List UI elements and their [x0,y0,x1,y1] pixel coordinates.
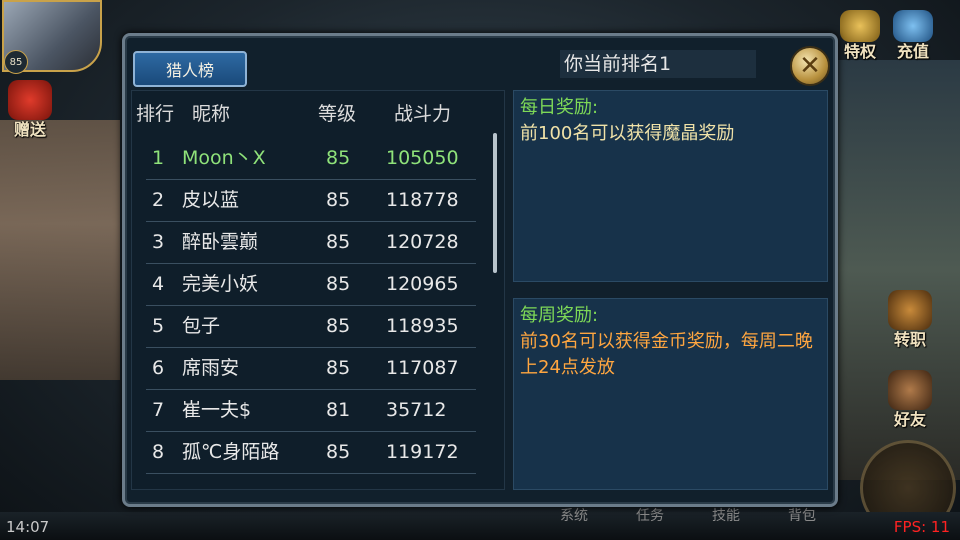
row-name: 崔一夫$ [182,399,252,421]
background-scene-left [0,120,120,380]
row-level: 85 [326,357,351,379]
close-button[interactable]: ✕ [790,46,830,86]
row-name: 完美小妖 [182,273,259,295]
row-power: 120965 [386,273,459,295]
row-rank: 1 [152,147,165,169]
friends-button[interactable]: 好友 [888,370,932,430]
weekly-reward-box: 每周奖励: 前30名可以获得金币奖励，每周二晚上24点发放 [513,298,828,490]
recharge-label: 充值 [896,42,929,61]
ranking-list-header: 排行 昵称 等级 战斗力 [132,91,504,137]
transfer-icon [888,290,932,330]
transfer-button[interactable]: 转职 [888,290,932,350]
row-power: 120728 [386,231,459,253]
row-power: 119172 [386,441,459,463]
daily-reward-text: 前100名可以获得魔晶奖励 [520,123,735,144]
weekly-reward-text: 前30名可以获得金币奖励，每周二晚上24点发放 [520,331,813,378]
row-power: 118778 [386,189,459,211]
row-name: 孤℃身陌路 [182,441,280,463]
menu-bag[interactable]: 背包 [788,505,816,525]
vip-button[interactable]: 特权 [840,10,880,62]
current-rank-display: 你当前排名1 [560,50,756,78]
column-power: 战斗力 [394,103,452,125]
row-rank: 3 [152,231,165,253]
column-level: 等级 [318,103,357,125]
table-row[interactable]: 5 包子 85 118935 [146,305,476,348]
row-name: 包子 [182,315,221,337]
list-scrollbar[interactable] [493,133,497,273]
fps-counter: FPS: 11 [893,518,950,536]
table-row[interactable]: 1 Moon丶X 85 105050 [146,137,476,180]
table-row[interactable]: 2 皮以蓝 85 118778 [146,179,476,222]
bottom-bar [0,512,960,540]
row-power: 117087 [386,357,459,379]
table-row[interactable]: 3 醉卧雲巅 85 120728 [146,221,476,264]
row-power: 118935 [386,315,459,337]
row-name: 醉卧雲巅 [182,231,259,253]
row-rank: 4 [152,273,165,295]
row-rank: 7 [152,399,165,421]
vip-label: 特权 [843,42,876,61]
row-power: 105050 [386,147,459,169]
row-rank: 8 [152,441,165,463]
tab-hunter-ranking[interactable]: 猎人榜 [133,51,247,87]
row-name: Moon丶X [182,147,266,169]
daily-reward-title: 每日奖励: [520,97,599,118]
row-level: 85 [326,147,351,169]
gift-label: 赠送 [13,120,46,139]
recharge-button[interactable]: 充值 [893,10,933,62]
column-rank: 排行 [136,103,175,125]
bottom-menu: 系统 任务 技能 背包 [560,505,816,525]
close-x-icon: ✕ [799,51,821,81]
row-level: 85 [326,189,351,211]
gift-button[interactable]: 赠送 [8,80,52,140]
row-name: 皮以蓝 [182,189,240,211]
row-level: 85 [326,273,351,295]
row-rank: 2 [152,189,165,211]
weekly-reward-title: 每周奖励: [520,305,599,326]
daily-reward-box: 每日奖励: 前100名可以获得魔晶奖励 [513,90,828,282]
avatar-level-badge: 85 [4,50,28,74]
menu-system[interactable]: 系统 [560,505,588,525]
row-name: 席雨安 [182,357,240,379]
row-level: 81 [326,399,351,421]
row-rank: 5 [152,315,165,337]
friends-icon [888,370,932,410]
ranking-list[interactable]: 排行 昵称 等级 战斗力 1 Moon丶X 85 105050 2 皮以蓝 85… [131,90,505,490]
row-level: 85 [326,231,351,253]
menu-skill[interactable]: 技能 [712,505,740,525]
friends-label: 好友 [893,410,926,429]
table-row[interactable]: 4 完美小妖 85 120965 [146,263,476,306]
table-row[interactable]: 7 崔一夫$ 81 35712 [146,389,476,432]
row-rank: 6 [152,357,165,379]
table-row[interactable]: 8 孤℃身陌路 85 119172 [146,431,476,474]
row-level: 85 [326,441,351,463]
menu-task[interactable]: 任务 [636,505,664,525]
gift-icon [8,80,52,120]
row-power: 35712 [386,399,447,421]
transfer-label: 转职 [893,330,926,349]
table-row[interactable]: 6 席雨安 85 117087 [146,347,476,390]
row-level: 85 [326,315,351,337]
column-nickname: 昵称 [192,103,231,125]
clock-text: 14:07 [6,518,50,536]
